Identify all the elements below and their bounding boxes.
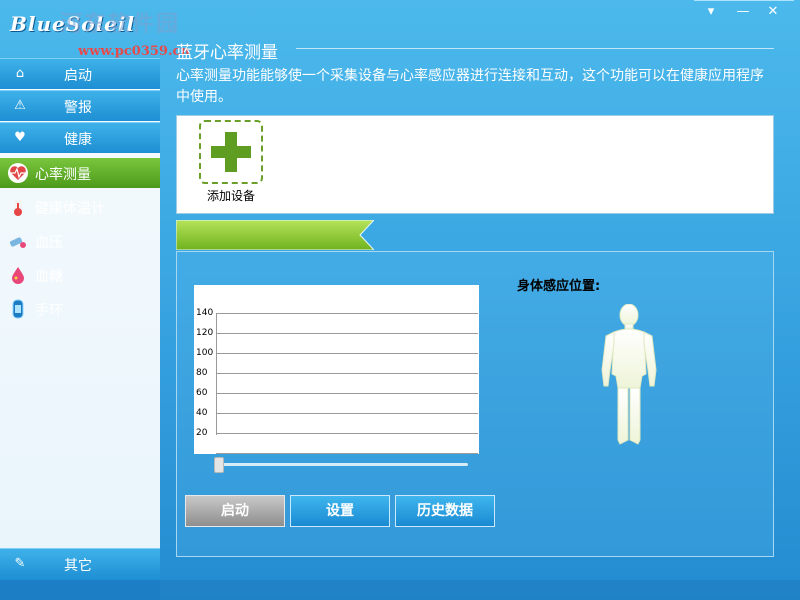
sidebar-category-health[interactable]: ♥ 健康 xyxy=(0,122,160,153)
window-controls-divider xyxy=(694,0,794,1)
sidebar-item-label: 血糖 xyxy=(35,269,63,285)
sidebar-category-label: 启动 xyxy=(64,68,92,84)
sidebar-item-label: 血压 xyxy=(35,235,63,251)
minimize-button[interactable]: — xyxy=(728,2,758,22)
y-tick-label: 60 xyxy=(196,388,208,398)
sidebar-item-blood-pressure[interactable]: 血压 xyxy=(0,226,160,256)
y-tick-label: 100 xyxy=(196,348,214,358)
title-bar: BlueSoleil 河东软件园 ▾ — ✕ xyxy=(0,0,800,40)
heart-rate-chart: 140 120 100 80 60 40 20 xyxy=(194,285,479,454)
history-button[interactable]: 历史数据 xyxy=(395,495,495,527)
add-device-button[interactable] xyxy=(199,120,263,184)
timeline-slider-track[interactable] xyxy=(222,463,468,466)
gridline xyxy=(216,313,478,314)
sidebar-category-label: 其它 xyxy=(64,558,92,574)
timeline-slider-handle[interactable] xyxy=(214,457,224,473)
sidebar: ⌂ 启动 ⚠ 警报 ♥ 健康 心率测量 健康体温计 血压 血糖 手环 ✎ 其它 xyxy=(0,58,160,580)
y-tick-label: 80 xyxy=(196,368,208,378)
body-figure-icon xyxy=(601,304,657,445)
window-menu-button[interactable]: ▾ xyxy=(696,2,726,22)
device-panel: 添加设备 xyxy=(176,115,774,214)
sidebar-category-other[interactable]: ✎ 其它 xyxy=(0,548,160,580)
settings-button[interactable]: 设置 xyxy=(290,495,390,527)
sidebar-category-alarm[interactable]: ⚠ 警报 xyxy=(0,90,160,121)
sidebar-footer-bar xyxy=(0,580,160,600)
plus-icon-bar xyxy=(211,146,251,158)
add-device-label: 添加设备 xyxy=(207,189,256,203)
gridline xyxy=(216,353,478,354)
sidebar-category-label: 警报 xyxy=(64,100,92,116)
heart-rate-icon xyxy=(8,163,28,183)
home-icon: ⌂ xyxy=(15,66,25,81)
gridline xyxy=(216,393,478,394)
warning-icon: ⚠ xyxy=(14,98,26,113)
watermark-url: www.pc0359.cn xyxy=(78,44,190,59)
wristband-icon xyxy=(8,299,28,319)
sidebar-item-thermometer[interactable]: 健康体温计 xyxy=(0,192,160,222)
sidebar-category-start[interactable]: ⌂ 启动 xyxy=(0,58,160,89)
start-button[interactable]: 启动 xyxy=(185,495,285,527)
thermometer-icon xyxy=(8,197,28,217)
sidebar-item-label: 手环 xyxy=(35,303,63,319)
y-tick-label: 40 xyxy=(196,408,208,418)
section-ribbon xyxy=(176,220,374,250)
body-position-label: 身体感应位置: xyxy=(517,279,601,294)
y-tick-label: 140 xyxy=(196,308,214,318)
status-bar xyxy=(160,580,800,600)
sidebar-item-label: 健康体温计 xyxy=(35,201,105,217)
y-tick-label: 120 xyxy=(196,328,214,338)
gridline xyxy=(216,373,478,374)
blood-sugar-icon xyxy=(8,265,28,285)
title-divider xyxy=(296,48,774,49)
page-description: 心率测量功能能够使一个采集设备与心率感应器进行连接和互动，这个功能可以在健康应用… xyxy=(176,68,764,105)
gridline xyxy=(216,433,478,434)
y-axis xyxy=(216,313,217,435)
y-tick-label: 20 xyxy=(196,428,208,438)
sidebar-category-label: 健康 xyxy=(64,132,92,148)
close-button[interactable]: ✕ xyxy=(758,2,788,22)
x-axis xyxy=(216,453,478,454)
other-icon: ✎ xyxy=(14,556,26,571)
blood-pressure-icon xyxy=(8,231,28,251)
sidebar-item-label: 心率测量 xyxy=(35,167,91,183)
watermark-site-name: 河东软件园 xyxy=(60,12,181,37)
sidebar-item-blood-sugar[interactable]: 血糖 xyxy=(0,260,160,290)
page-title: 蓝牙心率测量 xyxy=(176,43,278,63)
sidebar-item-heart-rate[interactable]: 心率测量 xyxy=(0,158,160,188)
sidebar-item-wristband[interactable]: 手环 xyxy=(0,294,160,324)
gridline xyxy=(216,333,478,334)
heart-icon: ♥ xyxy=(14,130,26,145)
gridline xyxy=(216,413,478,414)
